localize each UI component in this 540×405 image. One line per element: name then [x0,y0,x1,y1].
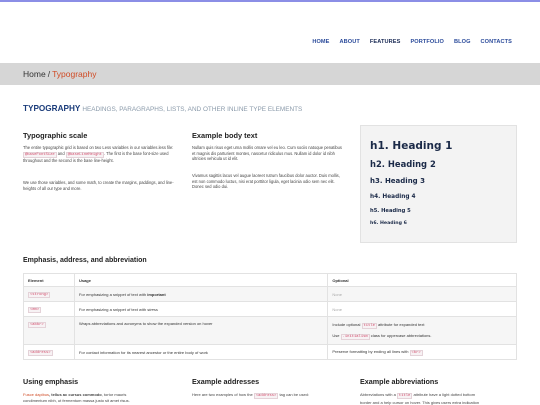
table-row: <em> For emphasizing a snippet of text w… [23,301,517,317]
heading-4-sample: h4. Heading 4 [370,194,416,200]
heading-6-sample: h6. Heading 6 [370,221,407,226]
usage-text: For emphasizing a snippet of text with [78,306,148,312]
table-cell-usage: For emphasizing a snippet of text with i… [73,286,329,302]
abbr-line-2: border and a help cursor on hover. This … [360,399,480,405]
heading-5-sample: h5. Heading 5 [370,208,411,214]
opt-text: class for uppercase abbreviations. [369,332,432,338]
nav-features[interactable]: FEATURES [370,39,401,45]
emphasis-red-text: Fusce dapibus [23,392,50,397]
table-cell-element: <abbr> [23,316,75,345]
table-cell-usage: For contact information for its nearest … [73,344,329,360]
table-row: <strong> For emphasizing a snippet of te… [23,286,517,302]
table-cell-optional: None [327,286,517,302]
top-accent-line [0,0,540,2]
addresses-text-post: tag can be used: [278,392,310,397]
heading-3-sample: h3. Heading 3 [370,177,425,185]
body-example-heading: Example body text [192,131,258,140]
usage-em: stress [147,306,158,312]
code-br: <br> [409,350,423,356]
abbr-option-2: Use .initialism class for uppercase abbr… [332,331,512,342]
code-em: <em> [28,307,42,313]
usage-text: For emphasizing a snippet of text with [78,291,148,297]
opt-text: Preserve formatting by ending all lines … [332,349,410,354]
code-address: <address> [28,350,53,356]
code-address-tag: <address> [253,393,279,399]
nav-portfolio[interactable]: PORTFOLIO [410,39,444,45]
nav-blog[interactable]: BLOG [454,39,471,45]
opt-text: Use [332,332,341,338]
emphasis-line-2: condimentum nibh, ut fermentum massa jus… [23,397,130,403]
breadcrumb: Home / Typography [23,69,96,79]
usage-bold: important [147,291,166,297]
abbr-text-pre: Abbreviations with a [360,392,397,397]
heading-1-sample: h1. Heading 1 [370,140,453,152]
scale-text-a: The entire typographic grid is based on … [23,145,174,150]
breadcrumb-separator: / [47,69,51,79]
addresses-text-pre: Here are two examples of how the [192,392,254,397]
opt-text: Include optional [332,321,362,327]
abbr-option-1: Include optional title attribute for exp… [332,320,512,331]
opt-text: attribute for expanded text [376,321,425,327]
code-base-line-height: @baseLineHeight [65,151,104,158]
code-initialism: .initialism [340,333,370,340]
example-abbreviations-heading: Example abbreviations [360,377,439,386]
example-addresses-text: Here are two examples of how the <addres… [192,392,342,405]
emphasis-bold-text: , tellus ac cursus commodo [49,392,102,397]
abbr-text-post: attribute have a light dotted bottom [412,392,476,397]
nav-contacts[interactable]: CONTACTS [481,39,512,45]
table-cell-usage: For emphasizing a snippet of text with s… [73,301,329,317]
col-element-header: Element [23,273,75,287]
page-title: TYPOGRAPHY HEADINGS, PARAGRAPHS, LISTS, A… [23,104,302,113]
example-abbreviations-text: Abbreviations with a title attribute hav… [360,392,517,405]
table-header-row: Element Usage Optional [23,273,517,287]
col-optional-header: Optional [327,273,517,287]
emphasis-section-heading: Emphasis, address, and abbreviation [23,257,147,264]
table-cell-element: <em> [23,301,75,317]
heading-2-sample: h2. Heading 2 [370,159,436,169]
scale-heading: Typographic scale [23,131,88,140]
breadcrumb-current: Typography [52,69,97,79]
emphasis-rest-text: , tortor mauris [101,392,127,397]
code-strong: <strong> [28,292,51,298]
code-abbr: <abbr> [28,322,46,328]
using-emphasis-heading: Using emphasis [23,377,79,386]
code-base-font-size: @baseFontSize [23,151,57,158]
page-title-main: TYPOGRAPHY [23,104,81,113]
scale-paragraph-1: The entire typographic grid is based on … [23,145,178,164]
main-nav: HOME ABOUT FEATURES PORTFOLIO BLOG CONTA… [312,39,512,45]
breadcrumb-home[interactable]: Home [23,69,46,79]
table-cell-optional: None [327,301,517,317]
example-addresses-heading: Example addresses [192,377,260,386]
table-cell-element: <address> [23,344,75,360]
code-title: title [361,322,377,329]
col-usage-header: Usage [73,273,329,287]
page-subtitle: HEADINGS, PARAGRAPHS, LISTS, AND OTHER I… [82,106,303,113]
using-emphasis-text: Fusce dapibus, tellus ac cursus commodo,… [23,392,173,405]
nav-home[interactable]: HOME [312,39,329,45]
table-row: <address> For contact information for it… [23,344,517,360]
table-row: <abbr> Wraps abbreviations and acronyms … [23,316,517,345]
nav-about[interactable]: ABOUT [340,39,360,45]
headings-box: h1. Heading 1 h2. Heading 2 h3. Heading … [360,125,517,243]
emphasis-table: Element Usage Optional <strong> For emph… [23,273,517,360]
scale-paragraph-2: We use those variables, and some math, t… [23,180,174,191]
code-title-attr: title [396,393,413,399]
table-cell-usage: Wraps abbreviations and acronyms to show… [73,316,329,345]
table-cell-optional: Include optional title attribute for exp… [327,316,517,345]
table-cell-element: <strong> [23,286,75,302]
scale-text-and: and [57,150,65,156]
body-example-paragraph-1: Nullam quis risus eget urna mollis ornar… [192,145,342,162]
table-cell-optional: Preserve formatting by ending all lines … [327,344,517,360]
breadcrumb-bar: Home / Typography [0,63,540,85]
body-example-paragraph-2: Vivamus sagittis lacus vel augue laoreet… [192,173,340,190]
